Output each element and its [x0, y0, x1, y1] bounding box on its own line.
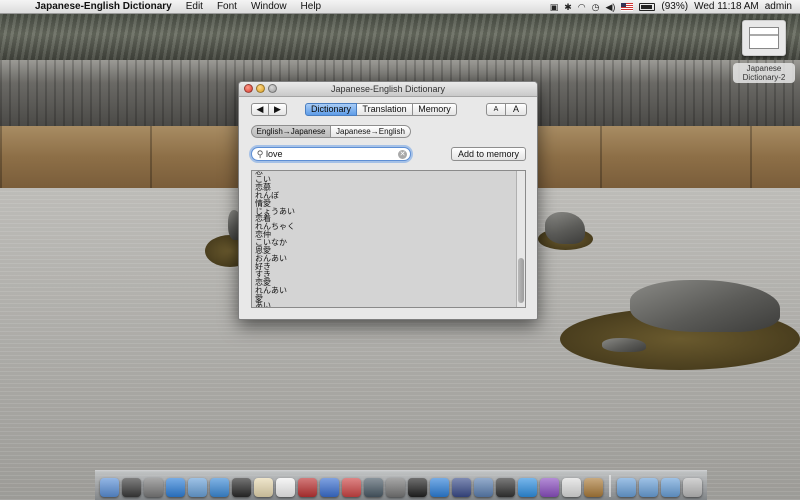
clear-search-icon[interactable]: ✕ [398, 149, 407, 159]
result-item[interactable]: おんあい [255, 255, 510, 263]
direction-ja-en[interactable]: Japanese→English [331, 125, 411, 138]
menu-app-name[interactable]: Japanese-English Dictionary [28, 0, 179, 14]
dock-separator [609, 475, 611, 497]
menu-window[interactable]: Window [244, 0, 294, 14]
safari-icon[interactable] [166, 478, 185, 497]
font-smaller-button[interactable]: A [486, 103, 506, 116]
itunes-2-icon[interactable] [540, 478, 559, 497]
forward-button[interactable]: ▶ [269, 103, 287, 116]
quicktime-icon[interactable] [232, 478, 251, 497]
app-store-icon[interactable] [518, 478, 537, 497]
zoom-button[interactable] [268, 84, 277, 93]
dictionary-window: Japanese-English Dictionary ◀ ▶ Dictiona… [238, 81, 538, 320]
menuextra-icon[interactable]: ▣ [550, 0, 559, 14]
results-list: 恋こい 恋慕 れんぼ 情愛 じょうあい 恋着 れんちゃく 恋仲 こいなか 恩愛 おんあい 好き すき 恋愛… [255, 171, 510, 307]
result-item[interactable]: れんちゃく [255, 223, 510, 231]
result-item[interactable]: 恋仲 [255, 231, 510, 239]
volume-icon[interactable]: ◀) [605, 0, 615, 14]
search-input[interactable] [266, 148, 394, 160]
result-item[interactable]: 恋慕 [255, 183, 510, 192]
result-item[interactable]: こいなか [255, 239, 510, 247]
menubar-clock[interactable]: Wed 11:18 AM [694, 0, 759, 14]
result-item[interactable]: 恩愛 [255, 247, 510, 255]
back-button[interactable]: ◀ [251, 103, 269, 116]
folder-icon[interactable] [617, 478, 636, 497]
background-trees [0, 14, 800, 64]
menu-help[interactable]: Help [294, 0, 329, 14]
minimized-label-line1: Japanese [746, 64, 782, 73]
minimized-window-thumbnail[interactable] [742, 20, 786, 56]
window-title: Japanese-English Dictionary [330, 84, 446, 94]
dictionary-icon[interactable] [584, 478, 603, 497]
result-item[interactable]: あい [255, 302, 510, 307]
font-size-buttons: A A [486, 103, 527, 116]
garden-rock [602, 338, 646, 352]
tab-memory[interactable]: Memory [413, 103, 457, 116]
itunes-icon[interactable] [320, 478, 339, 497]
terminal-icon[interactable] [408, 478, 427, 497]
add-to-memory-button[interactable]: Add to memory [451, 147, 526, 161]
mode-tabs: Dictionary Translation Memory [305, 103, 457, 116]
time-machine-icon[interactable]: ◷ [592, 0, 600, 14]
bluetooth-icon[interactable]: ✱ [564, 0, 572, 14]
result-item[interactable]: じょうあい [255, 207, 510, 216]
minimized-window-preview [749, 27, 779, 49]
garden-rock [545, 212, 585, 244]
battery-icon[interactable] [639, 2, 656, 11]
textedit-icon[interactable] [254, 478, 273, 497]
menu-bar: Japanese-English Dictionary Edit Font Wi… [0, 0, 800, 14]
finder-icon[interactable] [100, 478, 119, 497]
battery-percent: (93%) [661, 0, 689, 12]
nav-buttons: ◀ ▶ [251, 103, 287, 116]
minimize-button[interactable] [256, 84, 265, 93]
timemachine-icon[interactable] [364, 478, 383, 497]
photobooth-icon[interactable] [298, 478, 317, 497]
tab-dictionary[interactable]: Dictionary [305, 103, 357, 116]
menubar-user[interactable]: admin [765, 0, 792, 14]
preview-icon[interactable] [188, 478, 207, 497]
us-flag-icon[interactable] [621, 2, 634, 11]
result-item[interactable]: れんあい [255, 286, 510, 295]
tab-translation[interactable]: Translation [357, 103, 413, 116]
window-titlebar[interactable]: Japanese-English Dictionary [239, 82, 537, 97]
direction-toggle: English→Japanese Japanese→English [251, 125, 411, 138]
font-larger-button[interactable]: A [506, 103, 527, 116]
result-item[interactable]: 恋愛 [255, 278, 510, 287]
menu-font[interactable]: Font [210, 0, 244, 14]
direction-en-ja[interactable]: English→Japanese [251, 125, 331, 138]
system-prefs-icon[interactable] [144, 478, 163, 497]
dashboard-icon[interactable] [122, 478, 141, 497]
ical-icon[interactable] [276, 478, 295, 497]
result-item[interactable]: こい [255, 175, 510, 184]
dock [95, 470, 707, 500]
trash-icon[interactable] [683, 478, 702, 497]
safari-2-icon[interactable] [430, 478, 449, 497]
activity-icon[interactable] [496, 478, 515, 497]
minimized-label-line2: Dictionary-2 [742, 73, 786, 82]
network-icon[interactable] [474, 478, 493, 497]
script-icon[interactable] [562, 478, 581, 497]
menu-edit[interactable]: Edit [179, 0, 210, 14]
search-field: ⚲ ✕ [251, 147, 411, 161]
result-item[interactable]: すき [255, 270, 510, 279]
results-scrollbar-thumb[interactable] [518, 258, 524, 303]
folder-2-icon[interactable] [639, 478, 658, 497]
wifi-icon[interactable]: ◠ [578, 0, 586, 14]
close-button[interactable] [244, 84, 253, 93]
utility-icon[interactable] [386, 478, 405, 497]
result-item[interactable]: れんぼ [255, 191, 510, 200]
minimized-window-label[interactable]: Japanese Dictionary-2 [733, 63, 795, 83]
downloads-icon[interactable] [661, 478, 680, 497]
ichat-icon[interactable] [210, 478, 229, 497]
xcode-icon[interactable] [452, 478, 471, 497]
result-item[interactable]: 好き [255, 262, 510, 271]
search-icon: ⚲ [256, 148, 264, 159]
result-item[interactable]: 愛 [255, 294, 510, 303]
results-list-box[interactable]: 恋こい 恋慕 れんぼ 情愛 じょうあい 恋着 れんちゃく 恋仲 こいなか 恩愛 おんあい 好き すき 恋愛… [251, 170, 526, 308]
photo-icon[interactable] [342, 478, 361, 497]
